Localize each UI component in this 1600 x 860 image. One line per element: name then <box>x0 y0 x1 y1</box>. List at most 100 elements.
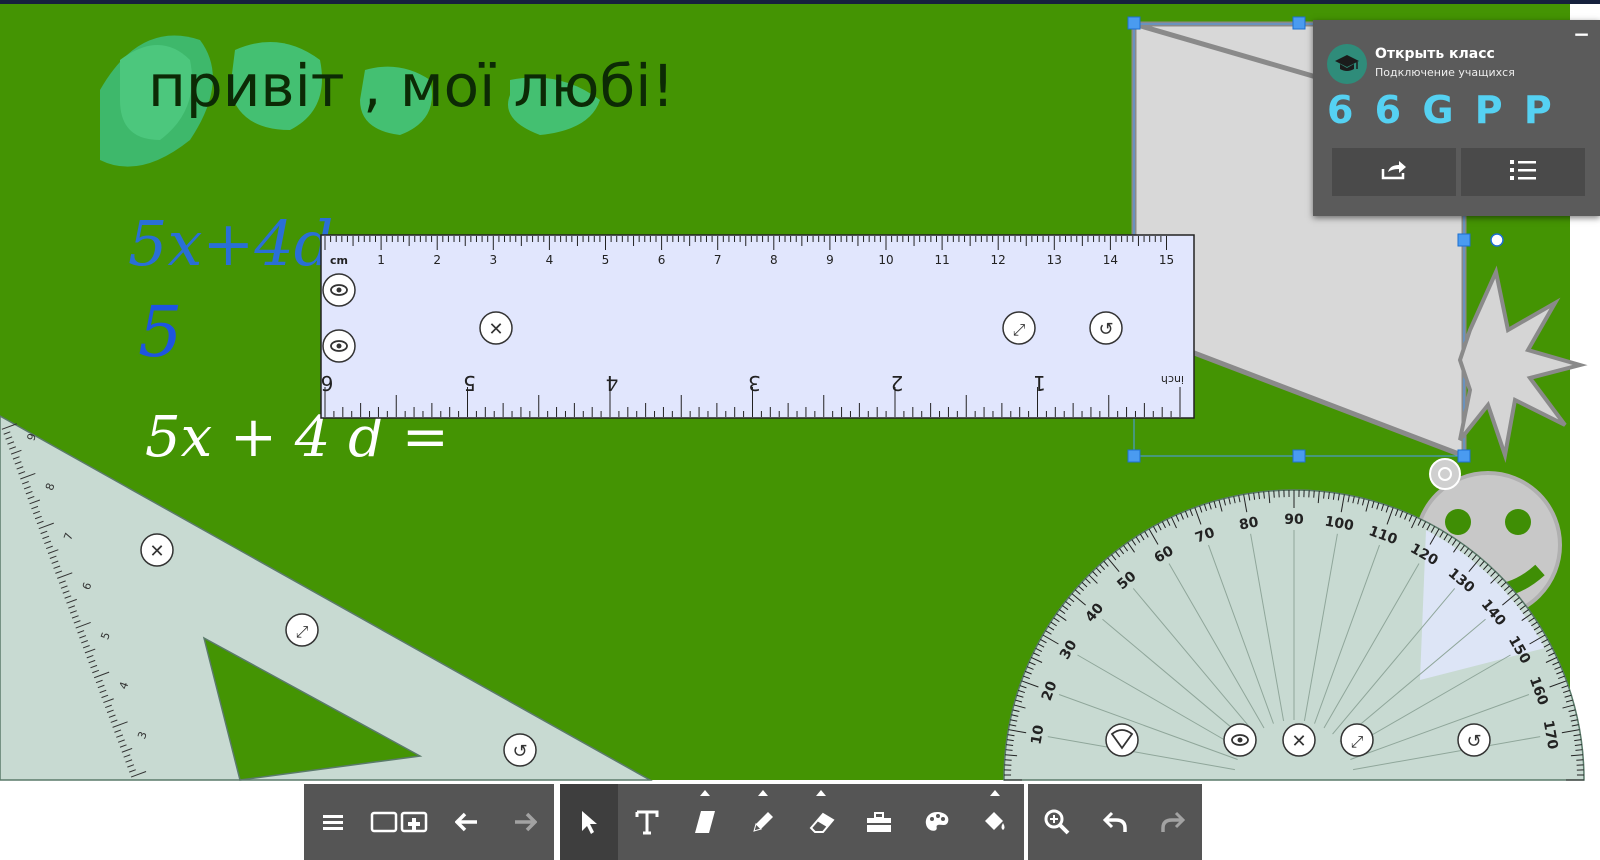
share-button[interactable] <box>1332 148 1456 196</box>
svg-text:↺: ↺ <box>1098 319 1113 340</box>
ruler-cm-label: 15 <box>1159 253 1174 267</box>
open-class-subtitle: Подключение учащихся <box>1375 66 1515 79</box>
fill-tool-button[interactable] <box>966 784 1024 860</box>
ruler-close-button[interactable]: ✕ <box>479 311 513 345</box>
undo-icon <box>1102 810 1128 834</box>
set-square-close-button[interactable]: ✕ <box>140 533 174 567</box>
redo-button[interactable] <box>1144 784 1202 860</box>
handwriting-line-2[interactable]: 5 <box>138 291 183 373</box>
svg-text:↺: ↺ <box>512 741 527 762</box>
resize-handle-bottom-left[interactable] <box>1127 449 1141 463</box>
svg-text:✕: ✕ <box>149 541 164 562</box>
dropdown-caret-icon <box>700 790 710 796</box>
protractor-resize-button[interactable]: ⤢ <box>1340 723 1374 757</box>
back-button[interactable] <box>438 784 496 860</box>
color-button[interactable] <box>908 784 966 860</box>
eraser-icon <box>807 810 835 834</box>
ruler-cm-label: 12 <box>991 253 1006 267</box>
ruler-inch-label: 5 <box>463 371 476 395</box>
resize-handle-top[interactable] <box>1292 16 1306 30</box>
protractor-label: 90 <box>1284 512 1304 528</box>
protractor-label: 10 <box>1028 724 1047 746</box>
svg-text:⤢: ⤢ <box>1013 320 1026 339</box>
minimize-panel-button[interactable]: − <box>1573 22 1590 46</box>
ruler-cm-unit: cm <box>330 254 348 267</box>
protractor-sector-button[interactable] <box>1105 723 1139 757</box>
pen-tool-button[interactable] <box>734 784 792 860</box>
zoom-button[interactable] <box>1028 784 1086 860</box>
ruler-rotate-button[interactable]: ↺ <box>1089 311 1123 345</box>
handwriting-line-1[interactable]: 5x+4d <box>128 207 334 280</box>
svg-text:⤢: ⤢ <box>1351 732 1364 751</box>
protractor-rotate-button[interactable]: ↺ <box>1457 723 1491 757</box>
settings-gear-icon[interactable] <box>1429 458 1461 490</box>
text-icon <box>635 809 659 835</box>
forward-button[interactable] <box>496 784 554 860</box>
zoom-in-icon <box>1044 809 1070 835</box>
checklist-icon <box>1509 158 1537 186</box>
ruler-visibility-top-button[interactable] <box>322 273 356 307</box>
shape-tool-button[interactable] <box>676 784 734 860</box>
ruler-cm-label: 11 <box>934 253 949 267</box>
student-list-button[interactable] <box>1461 148 1585 196</box>
resize-handle-top-left[interactable] <box>1127 16 1141 30</box>
ruler-inch-label: 3 <box>748 371 761 395</box>
text-tool-button[interactable] <box>618 784 676 860</box>
ruler-inch-unit: inch <box>1161 373 1184 386</box>
ruler-inch-label: 4 <box>606 371 619 395</box>
main-toolbar <box>304 784 1206 860</box>
ruler-tool[interactable]: 1 2 3 4 5 6 7 8 9 10 11 12 13 14 156 5 4 3 2 1 cm inch <box>320 234 1195 419</box>
dropdown-caret-icon <box>758 790 768 796</box>
toolbox-button[interactable] <box>850 784 908 860</box>
ruler-inch-label: 2 <box>891 371 904 395</box>
svg-text:⤢: ⤢ <box>296 622 309 641</box>
open-class-panel: − Открыть класс Подключение учащихся 6 6… <box>1313 20 1600 216</box>
set-square-tool[interactable]: 9876543 <box>0 415 653 781</box>
menu-button[interactable] <box>304 784 362 860</box>
set-square-rotate-button[interactable]: ↺ <box>503 733 537 767</box>
ruler-cm-label: 6 <box>658 253 666 267</box>
resize-handle-bottom[interactable] <box>1292 449 1306 463</box>
cursor-icon <box>578 809 600 835</box>
ruler-cm-label: 9 <box>826 253 834 267</box>
hamburger-icon <box>322 812 344 832</box>
ruler-visibility-bottom-button[interactable] <box>322 329 356 363</box>
toolbar-group <box>304 784 554 860</box>
rotate-handle[interactable] <box>1490 233 1504 247</box>
pencil-icon <box>750 809 776 835</box>
svg-text:✕: ✕ <box>488 319 503 340</box>
share-icon <box>1380 159 1408 185</box>
dropdown-caret-icon <box>990 790 1000 796</box>
protractor-visibility-button[interactable] <box>1223 723 1257 757</box>
pages-button[interactable] <box>362 784 438 860</box>
ruler-resize-button[interactable]: ⤢ <box>1002 311 1036 345</box>
select-tool-button[interactable] <box>560 784 618 860</box>
open-class-title[interactable]: Открыть класс <box>1375 46 1495 62</box>
toolbox-icon <box>865 810 893 834</box>
resize-handle-bottom-right[interactable] <box>1457 449 1471 463</box>
ruler-cm-label: 7 <box>714 253 722 267</box>
star-shape[interactable] <box>1457 265 1588 463</box>
svg-text:↺: ↺ <box>1466 731 1481 752</box>
ruler-inch-label: 1 <box>1033 371 1046 395</box>
ruler-cm-label: 5 <box>602 253 610 267</box>
ruler-cm-label: 10 <box>878 253 893 267</box>
ruler-cm-label: 8 <box>770 253 778 267</box>
protractor-label: 80 <box>1238 514 1260 533</box>
set-square-resize-button[interactable]: ⤢ <box>285 613 319 647</box>
dropdown-caret-icon <box>816 790 826 796</box>
paint-bucket-icon <box>981 809 1009 835</box>
toolbar-group <box>1028 784 1202 860</box>
resize-handle-right[interactable] <box>1457 233 1471 247</box>
ruler-cm-label: 1 <box>377 253 385 267</box>
svg-text:✕: ✕ <box>1291 731 1306 752</box>
ruler-cm-label: 13 <box>1047 253 1062 267</box>
eraser-tool-button[interactable] <box>792 784 850 860</box>
redo-icon <box>1160 810 1186 834</box>
protractor-close-button[interactable]: ✕ <box>1282 723 1316 757</box>
undo-button[interactable] <box>1086 784 1144 860</box>
board-heading[interactable]: привіт , мої любі! <box>148 52 675 120</box>
class-code: 6 6 G P P <box>1327 88 1556 132</box>
arrow-left-icon <box>455 812 479 832</box>
graduation-cap-icon <box>1327 44 1367 84</box>
